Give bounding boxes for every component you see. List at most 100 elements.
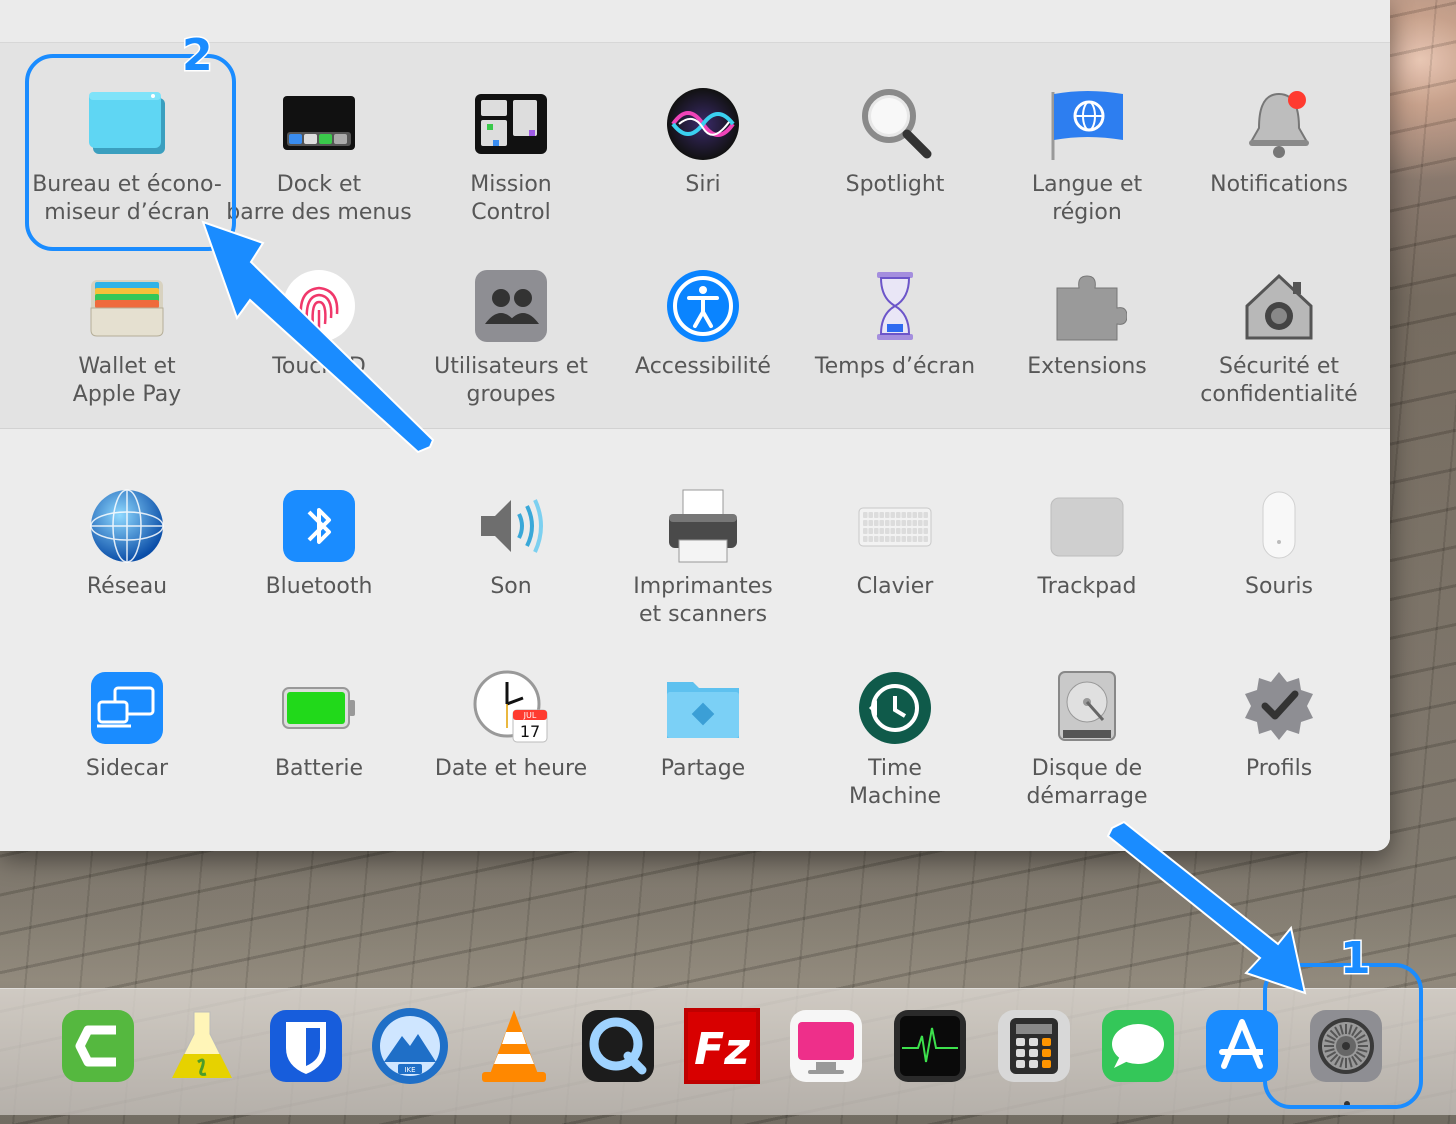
- annotation-step-1: 1: [1339, 932, 1373, 986]
- pref-pane-label: Notifications: [1183, 171, 1375, 199]
- pref-pane-label-line: Control: [471, 200, 551, 225]
- dock-app-camtasia[interactable]: [58, 1006, 138, 1086]
- dock-app-ike[interactable]: IKE: [370, 1006, 450, 1086]
- pref-pane-battery[interactable]: Batterie: [223, 668, 415, 848]
- pref-pane-label-line: Imprimantes: [633, 574, 773, 599]
- running-indicator-dot: [1344, 1101, 1350, 1107]
- pref-pane-label-line: Accessibilité: [635, 354, 771, 379]
- pref-pane-users-groups[interactable]: Utilisateurs et groupes: [415, 266, 607, 446]
- pref-pane-label-line: Son: [490, 574, 532, 599]
- pref-pane-notifications[interactable]: Notifications: [1183, 84, 1375, 264]
- dock-app-activity-monitor[interactable]: [890, 1006, 970, 1086]
- dock-app-cleanmymac[interactable]: [786, 1006, 866, 1086]
- printer-icon: [663, 486, 743, 566]
- pref-pane-label-line: Sécurité et: [1218, 354, 1339, 379]
- pref-pane-label-line: Disque de: [1031, 756, 1143, 781]
- pref-pane-network[interactable]: Réseau: [31, 486, 223, 666]
- pref-pane-date-time[interactable]: JUL 17 Date et heure: [415, 668, 607, 848]
- pref-pane-keyboard[interactable]: Clavier: [799, 486, 991, 666]
- dock-app-quicktime[interactable]: [578, 1006, 658, 1086]
- dock-app-partial-app[interactable]: [0, 1006, 40, 1086]
- dock-icon: [279, 84, 359, 164]
- pref-pane-siri[interactable]: Siri: [607, 84, 799, 264]
- bell-icon: [1239, 84, 1319, 164]
- pref-pane-startup-disk[interactable]: Disque de démarrage: [991, 668, 1183, 848]
- pref-pane-label: Mission Control: [415, 171, 607, 227]
- quicktime-icon: [582, 1010, 654, 1082]
- pref-pane-screen-time[interactable]: Temps d’écran: [799, 266, 991, 446]
- partial-red-app-icon: [0, 1006, 40, 1086]
- accessibility-icon: [663, 266, 743, 346]
- dock-app-bitwarden[interactable]: [266, 1006, 346, 1086]
- system-preferences-gear-icon: [1310, 1010, 1382, 1082]
- dock-app-lab-flask[interactable]: [162, 1006, 242, 1086]
- pref-pane-label-line: Mission: [470, 172, 552, 197]
- magnifier-icon: [855, 84, 935, 164]
- flag-globe-icon: [1047, 84, 1127, 164]
- hourglass-icon: [855, 266, 935, 346]
- pref-pane-label-line: Clavier: [856, 574, 934, 599]
- fingerprint-icon: [279, 266, 359, 346]
- pref-pane-label-line: Siri: [685, 172, 721, 197]
- pref-pane-label-line: Notifications: [1210, 172, 1348, 197]
- pref-pane-label-line: Touch ID: [272, 354, 366, 379]
- pref-pane-label: Time Machine: [799, 755, 991, 811]
- dock-app-calculator[interactable]: [994, 1006, 1074, 1086]
- messages-bubble-icon: [1102, 1010, 1174, 1082]
- pref-pane-label-line: Batterie: [274, 756, 364, 781]
- pref-pane-mouse[interactable]: Souris: [1183, 486, 1375, 666]
- pref-pane-touch-id[interactable]: Touch ID: [223, 266, 415, 446]
- pref-pane-label-line: Trackpad: [1037, 574, 1137, 599]
- pref-pane-sharing[interactable]: Partage: [607, 668, 799, 848]
- pref-pane-label: Temps d’écran: [799, 353, 991, 381]
- dock-app-filezilla[interactable]: Fz: [682, 1006, 762, 1086]
- camtasia-icon: [62, 1010, 134, 1082]
- pref-pane-label-line: Dock et: [276, 172, 362, 197]
- annotation-step-2: 2: [181, 29, 215, 83]
- pref-pane-bluetooth[interactable]: Bluetooth: [223, 486, 415, 666]
- house-lock-icon: [1239, 266, 1319, 346]
- pref-pane-language-region[interactable]: Langue et région: [991, 84, 1183, 264]
- pref-pane-label-line: Profils: [1245, 756, 1313, 781]
- dock-app-text: Fz: [694, 1024, 750, 1075]
- pref-pane-label-line: Machine: [848, 784, 942, 809]
- pref-pane-label-line: groupes: [466, 382, 556, 407]
- pref-pane-label-line: miseur d’écran: [44, 200, 210, 225]
- pref-pane-label: Siri: [607, 171, 799, 199]
- pref-pane-label: Profils: [1183, 755, 1375, 783]
- pref-pane-sidecar[interactable]: Sidecar: [31, 668, 223, 848]
- pref-pane-profiles[interactable]: Profils: [1183, 668, 1375, 848]
- pref-pane-mission-control[interactable]: Mission Control: [415, 84, 607, 264]
- pref-pane-dock-menubar[interactable]: Dock et barre des menus: [223, 84, 415, 264]
- desktop-screensaver-icon: [87, 84, 167, 164]
- vlc-cone-icon: [482, 1010, 546, 1082]
- keyboard-icon: [855, 486, 935, 566]
- pref-pane-extensions[interactable]: Extensions: [991, 266, 1183, 446]
- pref-pane-printers[interactable]: Imprimantes et scanners: [607, 486, 799, 666]
- pref-pane-label: Dock et barre des menus: [223, 171, 415, 227]
- pref-pane-label-line: Date et heure: [434, 756, 588, 781]
- pref-pane-label: Imprimantes et scanners: [607, 573, 799, 629]
- pref-pane-wallet[interactable]: Wallet et Apple Pay: [31, 266, 223, 446]
- pref-pane-label-line: Utilisateurs et: [434, 354, 588, 379]
- pref-pane-label-line: Bluetooth: [265, 574, 373, 599]
- pref-pane-label: Spotlight: [799, 171, 991, 199]
- dock-app-system-preferences[interactable]: [1306, 1006, 1386, 1086]
- pref-pane-time-machine[interactable]: Time Machine: [799, 668, 991, 848]
- dock-app-messages[interactable]: [1098, 1006, 1178, 1086]
- pref-pane-label-line: Réseau: [86, 574, 168, 599]
- wallet-icon: [87, 266, 167, 346]
- pref-pane-label-line: Wallet et: [78, 354, 176, 379]
- pref-pane-accessibility[interactable]: Accessibilité: [607, 266, 799, 446]
- pref-pane-label: Souris: [1183, 573, 1375, 601]
- pref-pane-trackpad[interactable]: Trackpad: [991, 486, 1183, 666]
- clock-calendar-icon: JUL 17: [471, 668, 551, 748]
- pref-pane-label: Langue et région: [991, 171, 1183, 227]
- dock-app-vlc[interactable]: [474, 1006, 554, 1086]
- pref-pane-sound[interactable]: Son: [415, 486, 607, 666]
- pref-pane-desktop-screensaver[interactable]: Bureau et écono-miseur d’écran: [31, 84, 223, 264]
- pref-pane-security-privacy[interactable]: Sécurité et confidentialité: [1183, 266, 1375, 446]
- dock-app-app-store[interactable]: [1202, 1006, 1282, 1086]
- pref-pane-spotlight[interactable]: Spotlight: [799, 84, 991, 264]
- siri-icon: [663, 84, 743, 164]
